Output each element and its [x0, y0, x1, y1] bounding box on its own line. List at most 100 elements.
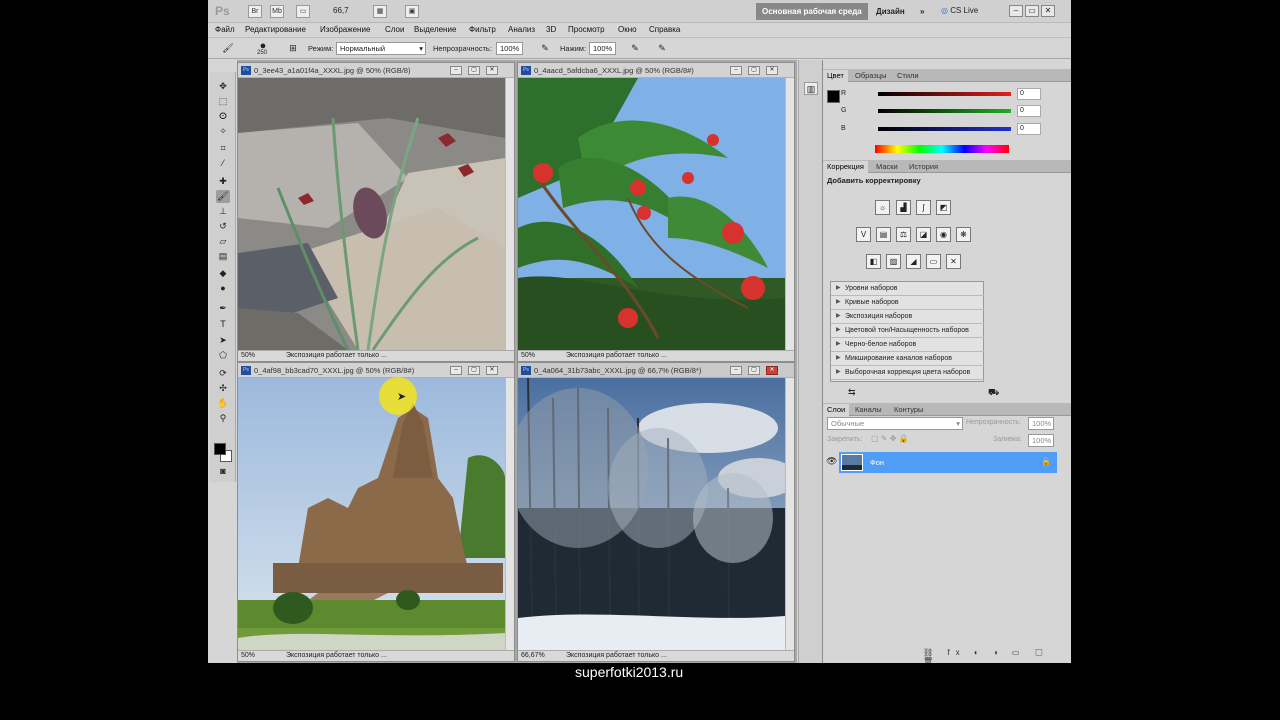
threshold-icon[interactable]: ◢ — [906, 254, 921, 269]
preset-exposure[interactable]: ▶ Экспозиция наборов — [831, 310, 984, 324]
tab-channels[interactable]: Каналы — [851, 404, 886, 416]
zoom-tool-icon[interactable]: ⚲ — [216, 412, 230, 425]
tab-masks[interactable]: Маски — [872, 161, 902, 173]
document-window-3[interactable]: Ps 0_4af98_bb3cad70_XXXL.jpg @ 50% (RGB/… — [237, 362, 515, 662]
gradient-map-icon[interactable]: ▭ — [926, 254, 941, 269]
zoom-indicator[interactable]: 50% — [241, 351, 255, 361]
lasso-tool-icon[interactable]: ⵙ — [216, 110, 230, 123]
tab-paths[interactable]: Контуры — [890, 404, 927, 416]
document-canvas-2[interactable] — [518, 78, 785, 350]
eraser-tool-icon[interactable]: ▱ — [216, 235, 230, 248]
quick-mask-icon[interactable]: ◙ — [216, 465, 230, 478]
document-window-4[interactable]: Ps 0_4a064_31b73abc_XXXL.jpg @ 66,7% (RG… — [517, 362, 795, 662]
histogram-panel-icon[interactable]: ▥ — [804, 82, 818, 95]
3d-orbit-tool-icon[interactable]: ✣ — [216, 382, 230, 395]
layer-opacity-input[interactable]: 100% — [1028, 417, 1054, 430]
document-window-1[interactable]: Ps 0_3ee43_a1a01f4a_XXXL.jpg @ 50% (RGB/… — [237, 62, 515, 362]
pen-tool-icon[interactable]: ✒ — [216, 302, 230, 315]
menu-layers[interactable]: Слои — [385, 25, 404, 34]
layer-item-background[interactable]: Фон 🔒 — [839, 452, 1057, 473]
vertical-scrollbar[interactable] — [785, 78, 794, 350]
close-button[interactable]: ✕ — [1041, 5, 1055, 17]
opacity-input[interactable]: 100% — [496, 42, 523, 55]
move-tool-icon[interactable]: ✥ — [216, 80, 230, 93]
marquee-tool-icon[interactable]: ⬚ — [216, 95, 230, 108]
maximize-button[interactable]: ▢ — [748, 366, 760, 375]
green-slider[interactable] — [878, 109, 1011, 113]
path-select-tool-icon[interactable]: ➤ — [216, 334, 230, 347]
return-to-list-icon[interactable]: ⇆ — [848, 387, 856, 398]
vertical-scrollbar[interactable] — [505, 78, 514, 350]
gradient-tool-icon[interactable]: ▤ — [216, 250, 230, 263]
zoom-indicator[interactable]: 50% — [241, 651, 255, 661]
foreground-color-swatch[interactable] — [214, 443, 226, 455]
stamp-tool-icon[interactable]: ⊥ — [216, 205, 230, 218]
arrange-documents-icon[interactable]: ▦ — [373, 5, 387, 18]
zoom-indicator[interactable]: 50% — [521, 351, 535, 361]
vertical-scrollbar[interactable] — [505, 378, 514, 650]
workspace-design-button[interactable]: Дизайн — [870, 3, 911, 20]
document-canvas-4[interactable] — [518, 378, 785, 650]
vertical-scrollbar[interactable] — [785, 378, 794, 650]
minibridge-icon[interactable]: Mb — [270, 5, 284, 18]
document-tab-2[interactable]: Ps 0_4aacd_5afdcba6_XXXL.jpg @ 50% (RGB/… — [518, 63, 794, 78]
minimize-button[interactable]: – — [730, 366, 742, 375]
minimize-button[interactable]: – — [730, 66, 742, 75]
cs-live-button[interactable]: ◎ CS Live — [941, 6, 978, 15]
document-tab-4[interactable]: Ps 0_4a064_31b73abc_XXXL.jpg @ 66,7% (RG… — [518, 363, 794, 378]
workspace-more-button[interactable]: » — [914, 3, 930, 20]
red-value[interactable]: 0 — [1017, 88, 1041, 100]
tab-styles[interactable]: Стили — [893, 70, 923, 82]
tab-history[interactable]: История — [905, 161, 942, 173]
healing-tool-icon[interactable]: ✚ — [216, 175, 230, 188]
channel-mixer-icon[interactable]: ❋ — [956, 227, 971, 242]
fill-input[interactable]: 100% — [1028, 434, 1054, 447]
clip-to-layer-icon[interactable]: ⛟ — [988, 387, 999, 399]
brush-preset-icon[interactable]: 🖌 — [221, 42, 235, 55]
pressure-input[interactable]: 100% — [589, 42, 616, 55]
vibrance-icon[interactable]: V — [856, 227, 871, 242]
hue-saturation-icon[interactable]: ▤ — [876, 227, 891, 242]
document-canvas-3[interactable] — [238, 378, 505, 650]
maximize-button[interactable]: ▢ — [748, 66, 760, 75]
document-tab-3[interactable]: Ps 0_4af98_bb3cad70_XXXL.jpg @ 50% (RGB/… — [238, 363, 514, 378]
workspace-essentials-button[interactable]: Основная рабочая среда — [756, 3, 868, 20]
invert-icon[interactable]: ◧ — [866, 254, 881, 269]
black-white-icon[interactable]: ◪ — [916, 227, 931, 242]
menu-help[interactable]: Справка — [649, 25, 680, 34]
preset-hue-saturation[interactable]: ▶ Цветовой тон/Насыщенность наборов — [831, 324, 984, 338]
levels-icon[interactable]: ▟ — [896, 200, 911, 215]
blue-value[interactable]: 0 — [1017, 123, 1041, 135]
bridge-icon[interactable]: Br — [248, 5, 262, 18]
posterize-icon[interactable]: ▨ — [886, 254, 901, 269]
hand-tool-icon[interactable]: ✋ — [216, 397, 230, 410]
screen-mode-icon[interactable]: ▣ — [405, 5, 419, 18]
brush-tool-icon[interactable]: 🖌 — [216, 190, 230, 203]
mode-select[interactable]: Нормальный ▾ — [336, 42, 426, 55]
blend-mode-select[interactable]: Обычные ▾ — [827, 417, 963, 430]
exposure-icon[interactable]: ◩ — [936, 200, 951, 215]
selective-color-icon[interactable]: ✕ — [946, 254, 961, 269]
close-button[interactable]: ✕ — [486, 66, 498, 75]
menu-window[interactable]: Окно — [618, 25, 637, 34]
layers-footer-icons[interactable]: ⛓ fx ◐ ◑ ▭ ◻ 🗑 — [923, 648, 1071, 663]
menu-analysis[interactable]: Анализ — [508, 25, 535, 34]
type-tool-icon[interactable]: T — [216, 318, 230, 331]
preset-black-white[interactable]: ▶ Черно-белое наборов — [831, 338, 984, 352]
minimize-button[interactable]: – — [450, 366, 462, 375]
document-canvas-1[interactable] — [238, 78, 505, 350]
tab-layers[interactable]: Слои — [823, 404, 850, 416]
extras-icon[interactable]: ▭ — [296, 5, 310, 18]
tab-color[interactable]: Цвет — [823, 70, 848, 82]
3d-rotate-tool-icon[interactable]: ⟳ — [216, 367, 230, 380]
menu-view[interactable]: Просмотр — [568, 25, 605, 34]
green-value[interactable]: 0 — [1017, 105, 1041, 117]
history-brush-tool-icon[interactable]: ↺ — [216, 220, 230, 233]
menu-file[interactable]: Файл — [215, 25, 235, 34]
preset-curves[interactable]: ▶ Кривые наборов — [831, 296, 984, 310]
maximize-button[interactable]: ▢ — [468, 366, 480, 375]
blue-slider[interactable] — [878, 127, 1011, 131]
tablet-opacity-icon[interactable]: ✎ — [538, 42, 552, 55]
zoom-indicator[interactable]: 66,67% — [521, 651, 545, 661]
quick-select-tool-icon[interactable]: ✧ — [216, 125, 230, 138]
